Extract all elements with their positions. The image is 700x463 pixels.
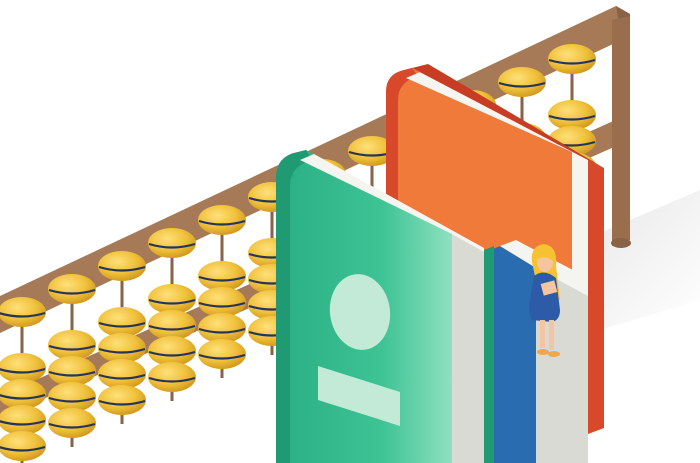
abacus-bead [98,385,146,415]
abacus-bead [98,333,146,363]
green-book-page-edge [452,234,484,463]
abacus-bead [148,228,196,258]
abacus-right-post [612,16,630,246]
abacus-bead [0,297,46,327]
abacus-bead [0,353,46,383]
orange-book-spine [588,160,604,434]
abacus-bead [148,310,196,340]
abacus-and-books-illustration [0,6,700,463]
abacus-bead [0,431,46,461]
illustration-scene [0,0,700,463]
abacus-bead [198,313,246,343]
green-book-spine [484,246,494,463]
abacus-bead [498,67,546,97]
abacus-bead [48,274,96,304]
abacus-bead [148,362,196,392]
abacus-bead [98,359,146,389]
abacus-bead [48,356,96,386]
abacus-bead [48,382,96,412]
abacus-bead [0,405,46,435]
abacus-bead [198,261,246,291]
abacus-bead [98,251,146,281]
abacus-bead [148,336,196,366]
abacus-bead [48,330,96,360]
abacus-bead [198,339,246,369]
abacus-bead [0,379,46,409]
abacus-bead [148,284,196,314]
abacus-bead [548,44,596,74]
abacus-bead [548,100,596,130]
abacus-bead [98,307,146,337]
abacus-bead [198,287,246,317]
abacus-bead [48,408,96,438]
abacus-bead [198,205,246,235]
